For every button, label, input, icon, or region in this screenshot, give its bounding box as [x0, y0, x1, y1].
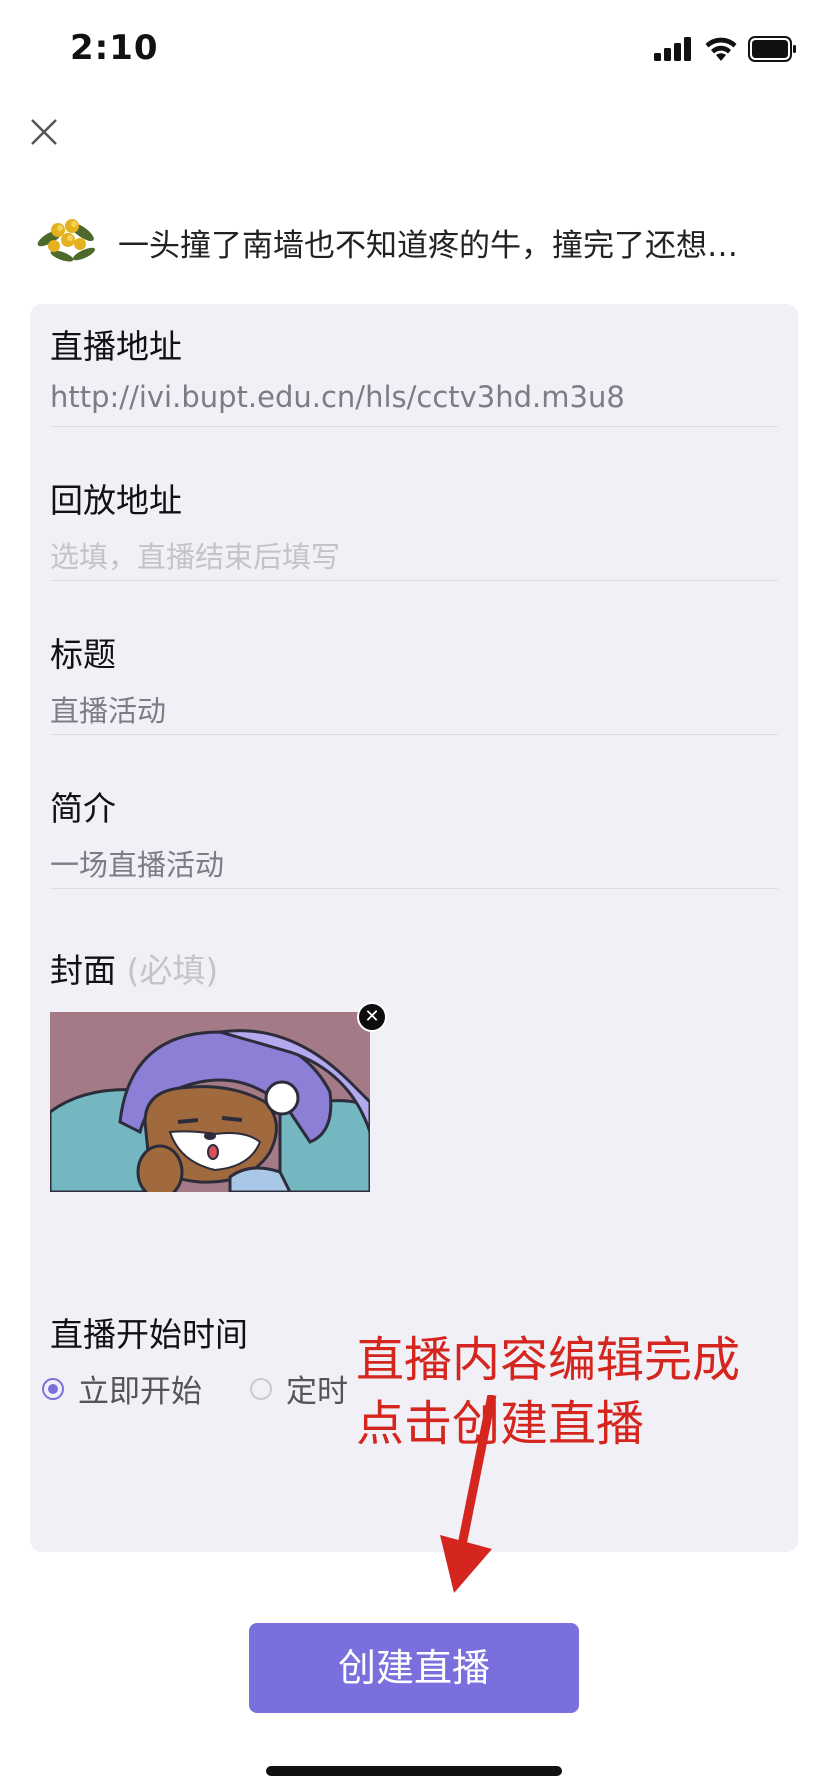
home-indicator: [266, 1766, 562, 1776]
cover-required-note: (必填): [126, 951, 219, 990]
cellular-signal-icon: [654, 37, 691, 61]
annotation-arrow-icon: [440, 1395, 497, 1593]
annotation-text: 直播内容编辑完成 点击创建直播: [356, 1328, 740, 1456]
radio-start-now-label: 立即开始: [78, 1374, 202, 1410]
radio-scheduled[interactable]: 定时: [250, 1366, 348, 1411]
status-icons: [654, 36, 798, 62]
battery-icon: [748, 36, 796, 62]
divider: [50, 580, 778, 581]
username: 一头撞了南墙也不知道疼的牛，撞完了还想…: [118, 228, 738, 264]
remove-cover-button[interactable]: ✕: [357, 1002, 387, 1032]
radio-scheduled-label: 定时: [286, 1374, 348, 1410]
annotation-line-2: 点击创建直播: [356, 1396, 645, 1452]
status-time: 2:10: [70, 28, 159, 68]
intro-label: 简介: [50, 789, 116, 828]
create-live-button[interactable]: 创建直播: [249, 1623, 579, 1713]
title-input[interactable]: 直播活动: [50, 688, 166, 730]
cover-label: 封面 (必填): [50, 944, 218, 992]
cover-image[interactable]: [50, 1012, 370, 1192]
annotation-line-1: 直播内容编辑完成: [356, 1332, 741, 1388]
live-url-label: 直播地址: [50, 327, 182, 366]
divider: [50, 888, 778, 889]
replay-url-label: 回放地址: [50, 481, 182, 520]
divider: [50, 734, 778, 735]
replay-url-input[interactable]: 选填，直播结束后填写: [50, 534, 340, 576]
close-icon[interactable]: [28, 116, 60, 148]
avatar: [32, 210, 102, 272]
cover-illustration: [50, 1012, 370, 1192]
close-icon: ✕: [364, 1006, 380, 1027]
intro-input[interactable]: 一场直播活动: [50, 842, 224, 884]
start-time-label: 直播开始时间: [50, 1315, 248, 1354]
cover-label-text: 封面: [50, 951, 116, 990]
divider: [50, 426, 778, 427]
wifi-icon: [705, 37, 737, 61]
title-label: 标题: [50, 635, 116, 674]
radio-start-now[interactable]: 立即开始: [42, 1366, 202, 1411]
live-url-input[interactable]: http://ivi.bupt.edu.cn/hls/cctv3hd.m3u8: [50, 380, 625, 414]
radio-selected-icon: [42, 1377, 64, 1400]
radio-unselected-icon: [250, 1377, 272, 1400]
